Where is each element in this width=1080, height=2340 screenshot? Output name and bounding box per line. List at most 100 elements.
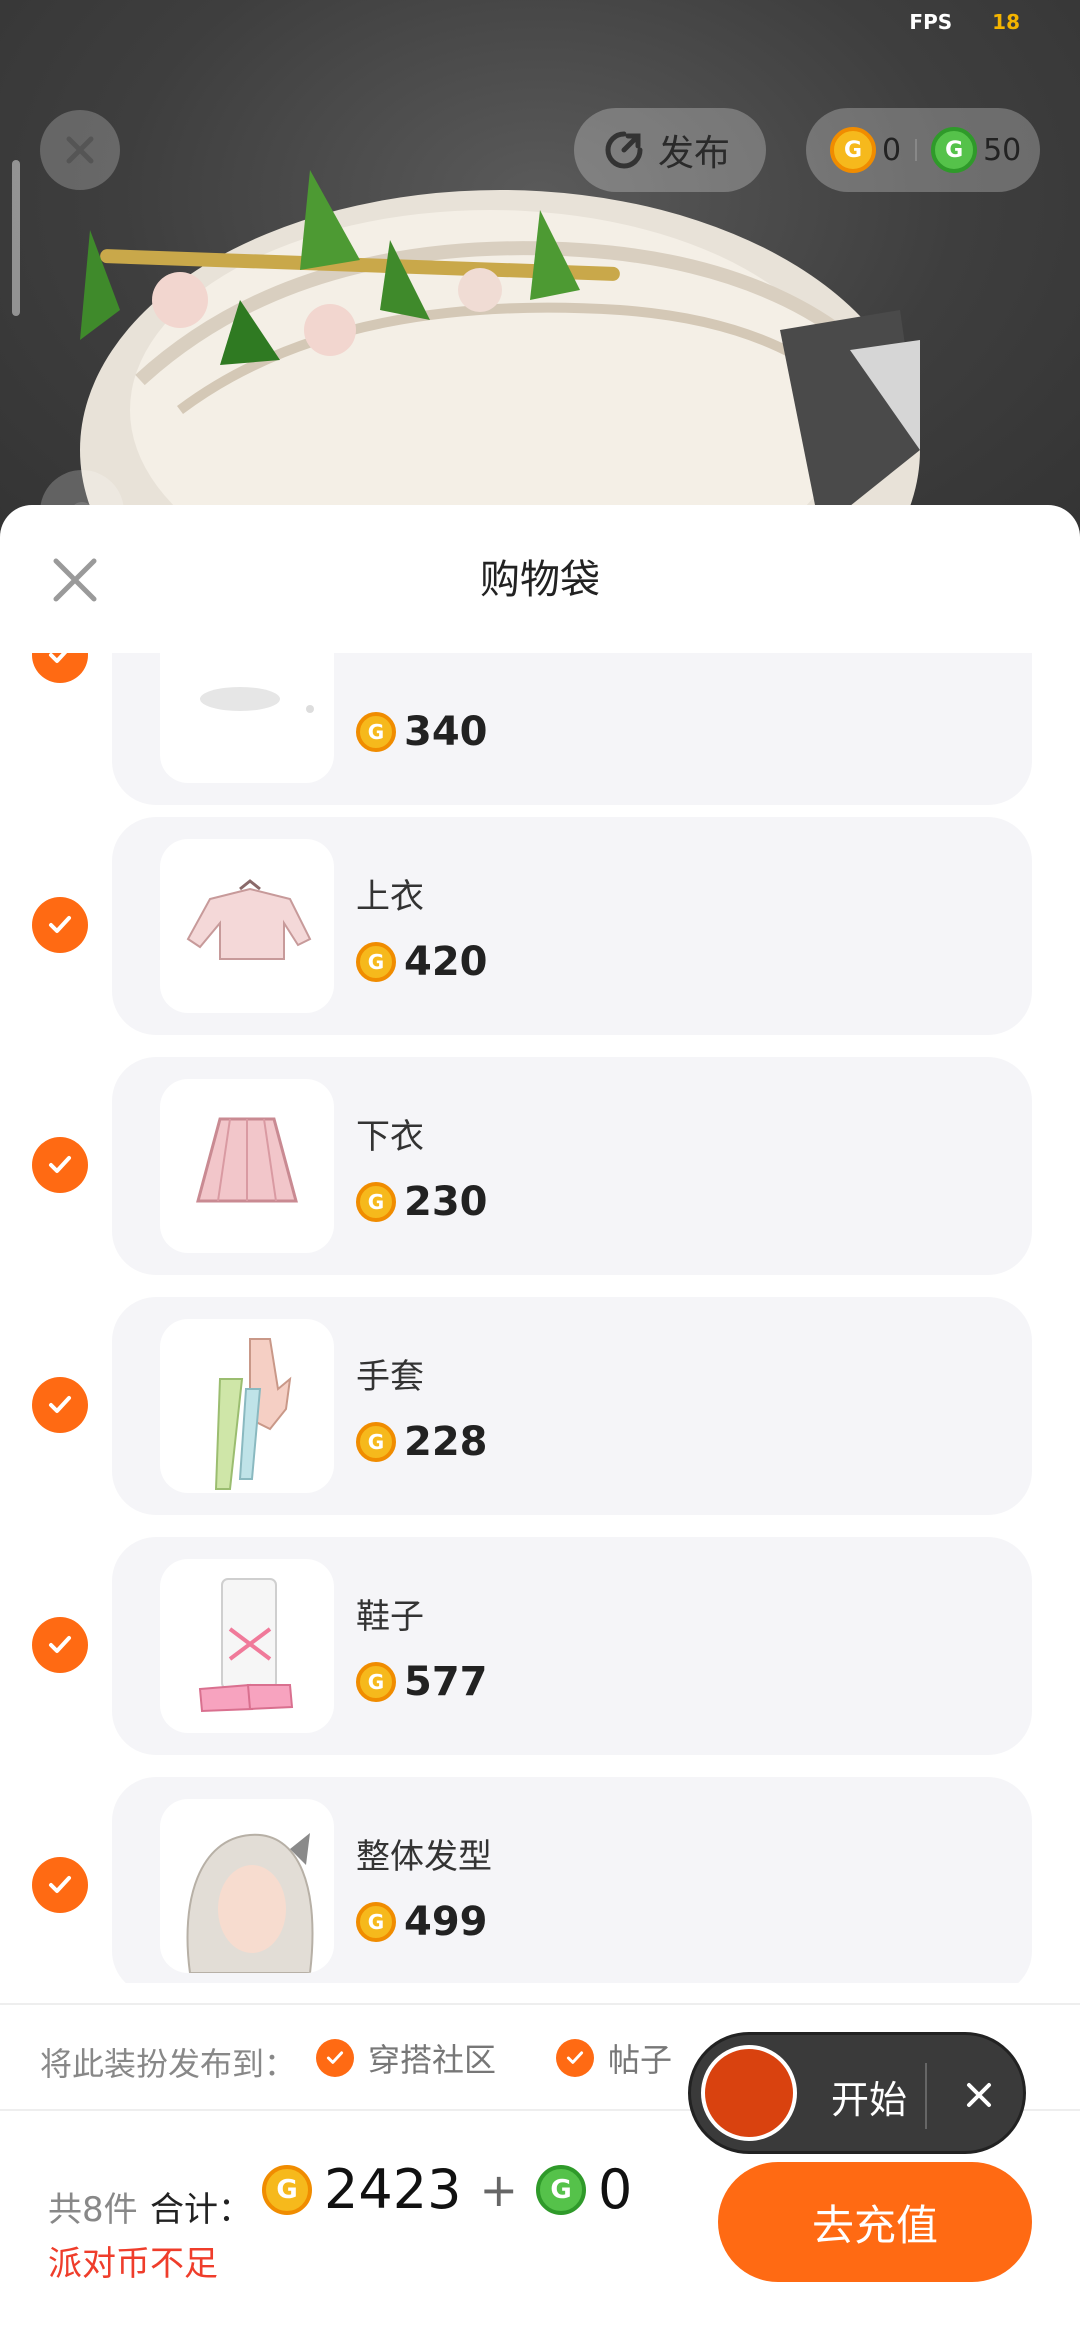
gold-coin-icon: G [356,1182,396,1222]
cart-item[interactable]: 鞋子 G 577 [0,1537,1080,1755]
currency-balance[interactable]: G 0 G 50 [806,108,1040,192]
cart-item[interactable]: 手套 G 228 [0,1297,1080,1515]
publish-label: 发布 [658,133,731,174]
item-checkbox[interactable] [32,1617,88,1673]
fps-value: 18 [992,10,1020,34]
item-thumbnail [160,1559,334,1733]
item-name: 下衣 [356,1117,424,1157]
item-thumbnail [160,839,334,1013]
gold-coin-icon: G [356,712,396,752]
item-price: G 420 [356,939,488,985]
publish-option-post[interactable]: 帖子 [556,2035,672,2081]
option-label: 帖子 [608,2041,673,2079]
cart-item-list[interactable]: G 340 上衣 G 420 下衣 G 230 手套 G 228 鞋子 G 57… [0,653,1080,1983]
item-card[interactable]: 整体发型 G 499 [112,1777,1032,1983]
item-card[interactable]: 鞋子 G 577 [112,1537,1032,1755]
green-coin-balance: 50 [983,132,1022,168]
shoes-image [198,1578,294,1713]
item-name: 鞋子 [356,1597,424,1637]
close-icon [967,2083,991,2107]
item-price-value: 228 [404,1419,488,1465]
green-coin-icon: G [535,2164,586,2215]
item-checkbox[interactable] [32,653,88,683]
total-price: G 2423 + G 0 [262,2158,632,2221]
gold-coin-icon: G [830,127,876,173]
item-checkbox[interactable] [32,1857,88,1913]
item-thumbnail [160,1799,334,1973]
cart-item[interactable]: 下衣 G 230 [0,1057,1080,1275]
item-card[interactable]: 上衣 G 420 [112,817,1032,1035]
item-checkbox[interactable] [32,897,88,953]
item-name: 整体发型 [356,1837,492,1877]
item-thumbnail [160,653,334,783]
publish-option-community[interactable]: 穿搭社区 [316,2035,496,2081]
gold-coin-icon: G [356,1422,396,1462]
item-thumbnail [160,1319,334,1493]
item-price: G 230 [356,1179,488,1225]
green-total-value: 0 [597,2158,633,2221]
cart-item[interactable]: 上衣 G 420 [0,817,1080,1035]
checkmark-icon [49,653,68,663]
gold-coin-icon: G [262,2164,312,2215]
item-price: G 577 [356,1659,488,1705]
item-checkbox[interactable] [32,1377,88,1433]
recorder-close-button[interactable] [949,2065,1009,2125]
publish-label: 将此装扮发布到： [40,2045,297,2083]
item-count: 共8件 [48,2190,138,2230]
gloves-image [214,1338,292,1490]
checkmark-icon [49,916,71,933]
cart-item[interactable]: G 340 [0,653,1080,805]
item-checkbox[interactable] [32,1137,88,1193]
checkmark-icon [566,2051,584,2064]
balance-divider [915,139,918,161]
item-thumbnail [160,1079,334,1253]
green-coin-icon: G [931,127,978,173]
item-price-value: 499 [404,1899,488,1945]
item-name: 手套 [356,1357,424,1397]
option-checkbox[interactable] [556,2039,594,2077]
total-label: 合计： [150,2190,252,2230]
item-card[interactable]: 手套 G 228 [112,1297,1032,1515]
insufficient-coins-warning: 派对币不足 [48,2244,218,2284]
gold-coin-balance: 0 [882,132,902,168]
close-scene-button[interactable] [40,110,120,190]
sheet-header: 购物袋 [0,505,1080,653]
record-button[interactable] [701,2045,797,2141]
item-price-value: 340 [404,709,488,755]
recorder-divider [925,2063,927,2129]
recharge-button[interactable]: 去充值 [718,2162,1032,2282]
publish-refresh-icon [605,131,643,169]
sheet-title: 购物袋 [480,557,600,603]
skirt-image [196,1117,298,1203]
item-price: G 228 [356,1419,488,1465]
checkmark-icon [49,1396,71,1413]
plus-sign: + [479,2162,518,2217]
gold-coin-icon: G [356,942,396,982]
gold-coin-icon: G [356,1662,396,1702]
gold-total-value: 2423 [324,2158,462,2221]
item-price: G 340 [356,709,488,755]
publish-button[interactable]: 发布 [574,108,766,192]
option-label: 穿搭社区 [368,2041,497,2079]
fps-counter: FPS 18 [909,10,1020,34]
item-card[interactable]: G 340 [112,653,1032,805]
cart-item[interactable]: 整体发型 G 499 [0,1777,1080,1983]
item-card[interactable]: 下衣 G 230 [112,1057,1032,1275]
item-price-value: 420 [404,939,488,985]
item-price-value: 577 [404,1659,488,1705]
avatar-3d-preview[interactable]: FPS 18 发布 G 0 G 50 [0,0,1080,560]
screen-recorder-widget[interactable]: 开始 [688,2032,1026,2154]
close-icon [66,136,94,164]
checkmark-icon [49,1156,71,1173]
top-garment-image [186,879,312,960]
checkmark-icon [49,1636,71,1653]
record-start-label[interactable]: 开始 [831,2069,907,2124]
fps-label: FPS [909,10,953,34]
hair-model-preview [80,170,920,560]
checkmark-icon [49,1876,71,1893]
item-name: 上衣 [356,877,424,917]
hair-accessory-image [200,687,314,713]
gold-coin-icon: G [356,1902,396,1942]
option-checkbox[interactable] [316,2039,354,2077]
scroll-indicator [12,160,20,316]
